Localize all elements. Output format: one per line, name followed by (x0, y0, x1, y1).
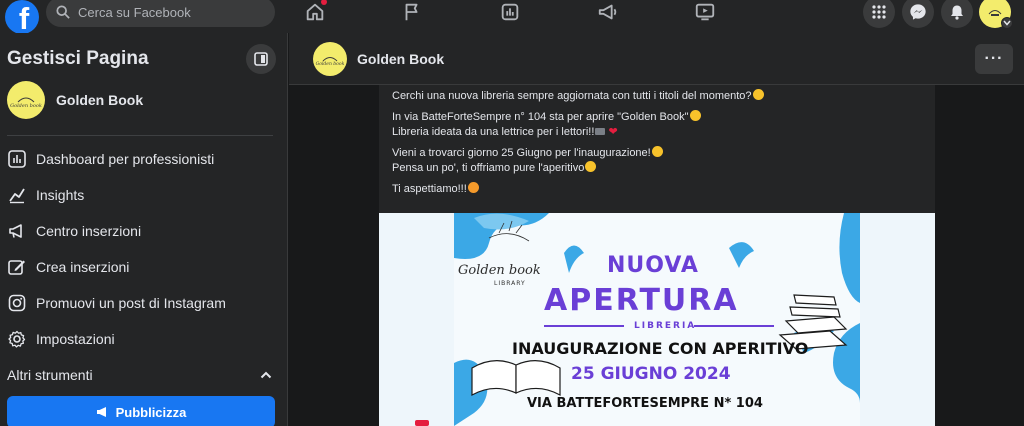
section-label: Altri strumenti (7, 367, 93, 383)
post-text-line: Vieni a trovarci giorno 25 Giugno per l'… (392, 147, 651, 159)
sidebar-divider (7, 135, 273, 136)
post-paragraph: Cerchi una nuova libreria sempre aggiorn… (392, 89, 927, 104)
post-text-line: Libreria ideata da una lettrice per i le… (392, 126, 595, 138)
megaphone-icon (96, 407, 106, 417)
chevron-up-icon (260, 371, 272, 379)
insights-icon (7, 185, 27, 205)
emoji-icon (467, 182, 479, 193)
page-title[interactable]: Golden Book (357, 51, 444, 67)
post-text-line: Ti aspettiamo!!! (392, 183, 467, 195)
sidebar-item-ad-center[interactable]: Centro inserzioni (7, 216, 277, 246)
flyer-headline-apertura: APERTURA (544, 283, 739, 318)
gear-icon (7, 329, 27, 349)
post-card: Cerchi una nuova libreria sempre aggiorn… (379, 85, 935, 426)
books-emoji-icon (595, 128, 606, 135)
flag-icon[interactable] (400, 0, 424, 24)
post-text-line: In via BatteForteSempre n° 104 sta per a… (392, 111, 689, 123)
flyer-divider (694, 325, 774, 327)
svg-text:Golden book: Golden book (316, 61, 345, 67)
bell-icon[interactable] (941, 0, 973, 28)
more-options-button[interactable]: ··· (975, 44, 1013, 74)
home-icon[interactable] (303, 0, 327, 24)
sidebar-item-label: Impostazioni (36, 331, 115, 347)
flyer-divider (544, 325, 624, 327)
edit-icon (7, 257, 27, 277)
top-navigation-bar: f (0, 0, 1024, 34)
promote-button-label: Pubblicizza (115, 404, 187, 420)
post-text-line: Pensa un po', ti offriamo pure l'aperiti… (392, 162, 585, 174)
sidebar-title: Gestisci Pagina (7, 48, 149, 69)
svg-text:Golden book: Golden book (10, 103, 42, 109)
sidebar-page-name: Golden Book (56, 92, 144, 108)
instagram-icon (7, 293, 27, 313)
sidebar-item-label: Crea inserzioni (36, 259, 130, 275)
sidebar-item-dashboard[interactable]: Dashboard per professionisti (7, 144, 277, 174)
facebook-logo[interactable]: f (5, 0, 39, 34)
flyer-canvas: Golden book LIBRARY NUOVA APERTURA LIBRE… (454, 213, 860, 426)
heart-icon: ❤ (608, 126, 618, 138)
facebook-logo-letter: f (18, 1, 30, 34)
search-bar[interactable] (46, 0, 275, 27)
sidebar-item-settings[interactable]: Impostazioni (7, 324, 277, 354)
post-image-flyer[interactable]: Golden book LIBRARY NUOVA APERTURA LIBRE… (379, 213, 935, 426)
sidebar-item-promote-instagram[interactable]: Promuovi un post di Instagram (7, 288, 277, 318)
sidebar-item-create-ads[interactable]: Crea inserzioni (7, 252, 277, 282)
megaphone-icon[interactable] (596, 0, 620, 24)
sidebar-item-insights[interactable]: Insights (7, 180, 277, 210)
sidebar-item-label: Dashboard per professionisti (36, 151, 215, 167)
page-avatar[interactable]: Golden book (313, 42, 347, 76)
promote-button[interactable]: Pubblicizza (7, 396, 275, 426)
page-management-sidebar: Gestisci Pagina Golden book Golden Book … (0, 33, 288, 426)
notification-dot (321, 0, 327, 5)
emoji-icon (585, 161, 597, 172)
flyer-address: VIA BATTEFORTESEMPRE N* 104 (527, 396, 763, 411)
flyer-date: 25 GIUGNO 2024 (571, 364, 731, 384)
search-icon (56, 5, 70, 19)
video-icon[interactable] (693, 0, 717, 24)
status-indicator (415, 420, 429, 426)
page-avatar: Golden book (7, 81, 45, 119)
search-input[interactable] (78, 4, 258, 20)
other-tools-section-header[interactable]: Altri strumenti (7, 367, 275, 383)
emoji-icon (752, 89, 764, 100)
sidebar-item-label: Insights (36, 187, 85, 203)
flyer-logo-text: Golden book (458, 263, 541, 278)
menu-grid-icon[interactable] (863, 0, 895, 28)
sidebar-toggle-icon[interactable] (246, 44, 276, 74)
flyer-inauguration-text: INAUGURAZIONE CON APERITIVO (512, 339, 809, 358)
sidebar-item-label: Centro inserzioni (36, 223, 142, 239)
flyer-subtitle-libreria: LIBRERIA (634, 321, 697, 331)
sidebar-item-label: Promuovi un post di Instagram (36, 295, 226, 311)
insights-icon[interactable] (498, 0, 522, 24)
post-body: Cerchi una nuova libreria sempre aggiorn… (392, 89, 927, 203)
post-paragraph: In via BatteForteSempre n° 104 sta per a… (392, 110, 927, 140)
messenger-icon[interactable] (902, 0, 934, 28)
dashboard-icon (7, 149, 27, 169)
emoji-icon (651, 146, 663, 157)
sidebar-page-profile[interactable]: Golden book Golden Book (7, 81, 143, 119)
megaphone-icon (7, 221, 27, 241)
emoji-icon (689, 110, 701, 121)
post-paragraph: Vieni a trovarci giorno 25 Giugno per l'… (392, 146, 927, 176)
splash-decoration (454, 213, 860, 426)
post-paragraph: Ti aspettiamo!!! (392, 182, 927, 197)
post-text-line: Cerchi una nuova libreria sempre aggiorn… (392, 90, 752, 102)
flyer-headline-nuova: NUOVA (607, 253, 699, 278)
page-header: Golden book Golden Book ··· (289, 33, 1024, 85)
chevron-down-icon[interactable] (1001, 17, 1013, 29)
flyer-logo-subtitle: LIBRARY (494, 280, 526, 287)
